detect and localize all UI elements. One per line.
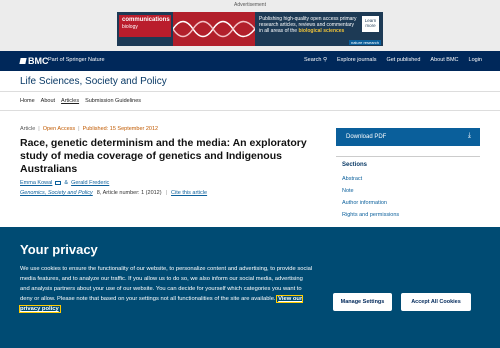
journal-nav-about[interactable]: About bbox=[41, 98, 55, 104]
journal-title[interactable]: Life Sciences, Society and Policy bbox=[20, 76, 167, 87]
cookie-title: Your privacy bbox=[20, 242, 98, 257]
meta-divider: | bbox=[78, 126, 80, 132]
cookie-body-text: We use cookies to ensure the functionali… bbox=[20, 266, 313, 302]
download-pdf-label: Download PDF bbox=[346, 134, 387, 140]
citation-line: Genomics, Society and Policy 8, Article … bbox=[20, 190, 320, 196]
journal-nav-submission-guidelines[interactable]: Submission Guidelines bbox=[85, 98, 141, 104]
sections-heading: Sections bbox=[342, 162, 368, 168]
email-icon[interactable] bbox=[55, 181, 62, 185]
advertisement-label: Advertisement bbox=[234, 2, 266, 8]
section-link-rights-and-permissions[interactable]: Rights and permissions bbox=[342, 212, 480, 224]
ad-brand-line1: communications bbox=[122, 17, 170, 23]
nav-search-label: Search bbox=[304, 57, 322, 63]
cookie-description: We use cookies to ensure the functionali… bbox=[18, 264, 314, 314]
journal-bar: Life Sciences, Society and Policy bbox=[0, 71, 500, 92]
accept-all-cookies-button[interactable]: Accept All Cookies bbox=[401, 293, 471, 311]
article-header: Article | Open Access | Published: 15 Se… bbox=[20, 126, 320, 196]
ad-brand-line2: biology bbox=[122, 24, 138, 30]
ad-copy: Publishing high-quality open access prim… bbox=[259, 16, 359, 34]
section-link-note[interactable]: Note bbox=[342, 188, 480, 200]
sections-list: Abstract Note Author information Rights … bbox=[342, 176, 480, 224]
author-link[interactable]: Gerald Frederic bbox=[71, 180, 109, 186]
search-icon: ⚲ bbox=[322, 57, 328, 63]
section-link-abstract[interactable]: Abstract bbox=[342, 176, 480, 188]
ad-banner[interactable]: communications biology Publishing high-q… bbox=[117, 12, 383, 46]
bmc-logo[interactable]: BMC bbox=[19, 56, 49, 66]
author-list: Emma Kowal & Gerald Frederic bbox=[20, 180, 320, 186]
part-of-springer-nature: Part of Springer Nature bbox=[48, 57, 105, 63]
ad-dna-artwork bbox=[173, 12, 255, 46]
author-link[interactable]: Emma Kowal bbox=[20, 180, 52, 186]
author-separator: & bbox=[64, 180, 69, 186]
journal-nav-bar: Home About Articles Submission Guideline… bbox=[0, 92, 500, 111]
published-date: Published: 15 September 2012 bbox=[82, 126, 159, 132]
ad-copy-highlight: biological sciences bbox=[298, 28, 345, 34]
journal-nav-home[interactable]: Home bbox=[20, 98, 35, 104]
site-header: BMC Part of Springer Nature Search ⚲ Exp… bbox=[0, 51, 500, 71]
ad-learn-more-button[interactable]: Learn more bbox=[362, 16, 379, 32]
article-sidebar: Download PDF ⤓ Sections Abstract Note Au… bbox=[336, 128, 480, 224]
article-meta: Article | Open Access | Published: 15 Se… bbox=[20, 126, 320, 132]
journal-link[interactable]: Genomics, Society and Policy bbox=[20, 190, 93, 196]
nav-get-published[interactable]: Get published bbox=[386, 57, 420, 63]
ad-brand-logo: communications biology bbox=[119, 15, 171, 37]
advertisement-strip: Advertisement communications biology Pub… bbox=[0, 0, 500, 51]
bmc-logo-icon bbox=[19, 58, 27, 64]
sections-panel: Sections Abstract Note Author informatio… bbox=[336, 156, 480, 224]
download-pdf-button[interactable]: Download PDF ⤓ bbox=[336, 128, 480, 146]
bmc-logo-text: BMC bbox=[28, 56, 49, 66]
section-link-author-information[interactable]: Author information bbox=[342, 200, 480, 212]
nav-search[interactable]: Search ⚲ bbox=[304, 57, 327, 63]
ad-search-label: nature research bbox=[348, 40, 381, 45]
nav-about-bmc[interactable]: About BMC bbox=[430, 57, 458, 63]
download-icon: ⤓ bbox=[467, 132, 471, 139]
header-nav: Search ⚲ Explore journals Get published … bbox=[304, 57, 482, 63]
volume-info: 8, Article number: 1 (2012) bbox=[96, 190, 162, 196]
nav-login[interactable]: Login bbox=[469, 57, 482, 63]
journal-nav-articles[interactable]: Articles bbox=[61, 98, 79, 104]
citation-divider: | bbox=[165, 190, 168, 196]
cookie-banner: Your privacy We use cookies to ensure th… bbox=[0, 227, 500, 348]
nav-explore-journals[interactable]: Explore journals bbox=[337, 57, 376, 63]
journal-nav: Home About Articles Submission Guideline… bbox=[20, 98, 141, 104]
article-type: Article bbox=[20, 126, 36, 132]
cite-this-article-link[interactable]: Cite this article bbox=[171, 190, 207, 196]
open-access-badge: Open Access bbox=[42, 126, 76, 132]
article-title: Race, genetic determinism and the media:… bbox=[20, 137, 307, 175]
manage-settings-button[interactable]: Manage Settings bbox=[333, 293, 392, 311]
meta-divider: | bbox=[38, 126, 40, 132]
